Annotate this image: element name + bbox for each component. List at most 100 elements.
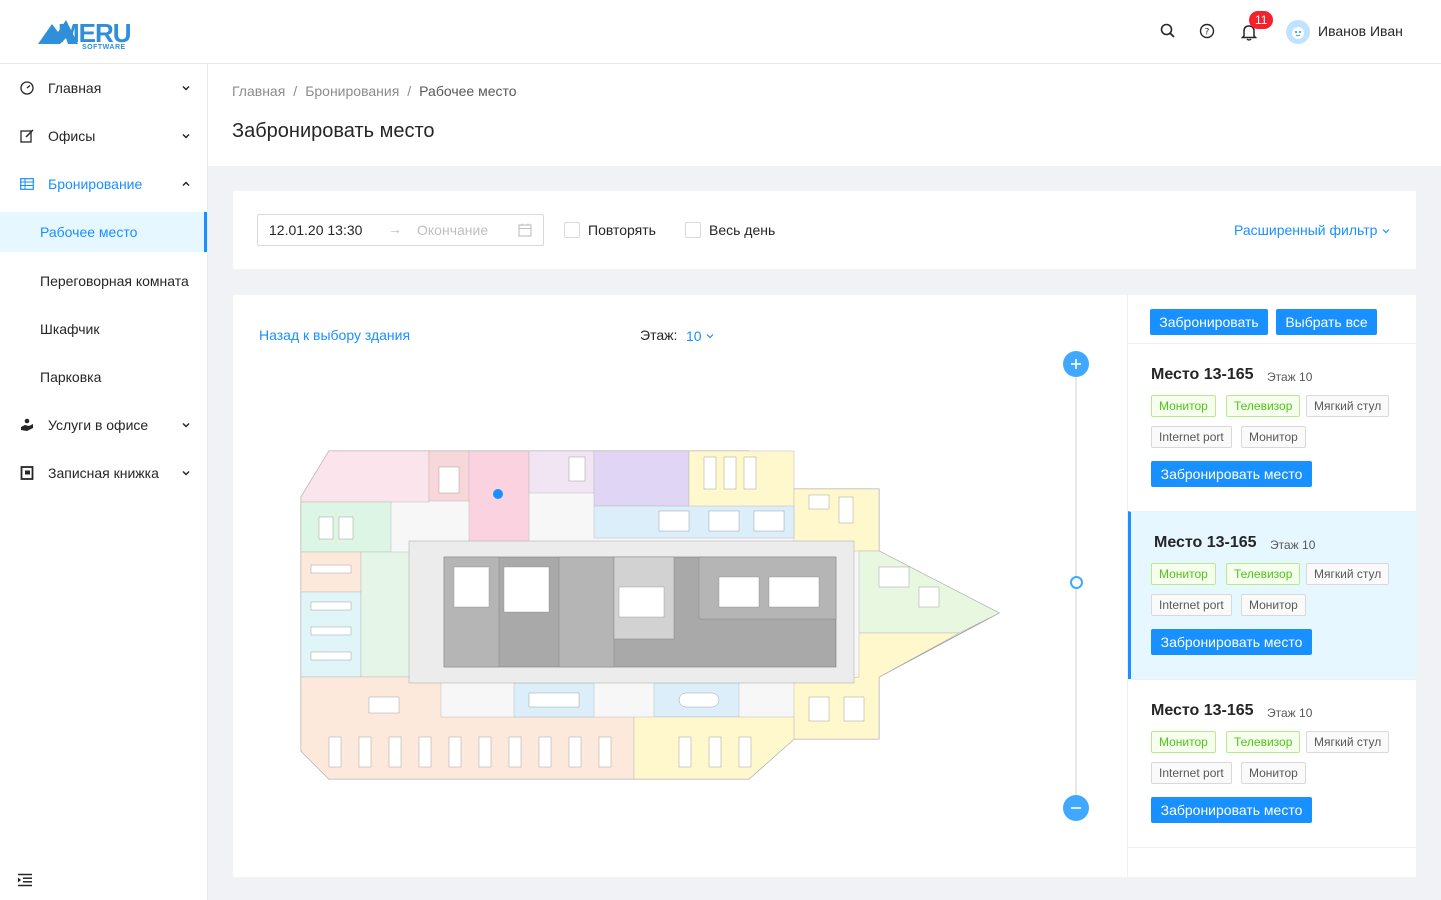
meru-logo[interactable]: MERU SOFTWARE xyxy=(38,16,132,52)
list-divider xyxy=(1128,847,1417,848)
sidebar-item-contacts[interactable]: Записная книжка xyxy=(0,453,207,493)
sidebar-item-offices[interactable]: Офисы xyxy=(0,116,207,156)
sidebar-item-booking[interactable]: Бронирование xyxy=(0,164,207,204)
card-title: Место 13-165 xyxy=(1154,534,1257,551)
logo-subtext: SOFTWARE xyxy=(82,44,126,51)
allday-label[interactable]: Весь день xyxy=(709,222,775,238)
sidebar-sub-locker[interactable]: Шкафчик xyxy=(0,309,207,349)
zoom-in-button[interactable] xyxy=(1063,351,1089,377)
tag-internet-port: Internet port xyxy=(1151,426,1232,448)
tag-tv: Телевизор xyxy=(1226,395,1301,417)
tag-monitor: Монитор xyxy=(1241,762,1306,784)
chevron-down-icon xyxy=(1383,229,1390,234)
tag-monitor: Монитор xyxy=(1151,731,1216,753)
user-avatar-icon xyxy=(1286,20,1310,44)
filter-panel: 12.01.20 13:30 → Окончание Повторять Вес… xyxy=(233,191,1416,269)
minus-icon xyxy=(1071,807,1081,809)
sidebar-item-label: Главная xyxy=(48,80,102,96)
tag-soft-chair: Мягкий стул xyxy=(1306,395,1390,417)
sidebar-sub-label: Переговорная комната xyxy=(40,273,189,289)
floor-select[interactable]: 10 xyxy=(686,328,715,344)
advanced-filter-label: Расширенный фильтр xyxy=(1234,222,1378,238)
tag-tv: Телевизор xyxy=(1226,731,1301,753)
chevron-down-icon xyxy=(182,133,190,139)
card-title: Место 13-165 xyxy=(1151,702,1254,719)
sidebar-sub-label: Парковка xyxy=(40,369,102,385)
tag-tv: Телевизор xyxy=(1226,563,1301,585)
date-range-picker[interactable]: 12.01.20 13:30 → Окончание xyxy=(257,214,544,246)
tag-monitor: Монитор xyxy=(1151,395,1216,417)
breadcrumb-bookings[interactable]: Бронирования xyxy=(305,83,399,99)
tag-monitor: Монитор xyxy=(1241,426,1306,448)
tag-monitor: Монитор xyxy=(1241,594,1306,616)
page-title: Забронировать место xyxy=(232,120,435,142)
book-button[interactable]: Забронировать xyxy=(1150,309,1268,335)
calendar-icon xyxy=(518,223,532,237)
chevron-down-icon xyxy=(182,422,190,428)
start-date-input[interactable]: 12.01.20 13:30 xyxy=(269,222,362,238)
map-panel: Назад к выбору здания Этаж: 10 xyxy=(233,295,1127,877)
back-to-building-link[interactable]: Назад к выбору здания xyxy=(259,327,410,343)
tag-internet-port: Internet port xyxy=(1151,762,1232,784)
floor-value: 10 xyxy=(686,328,702,344)
user-name[interactable]: Иванов Иван xyxy=(1318,23,1403,39)
card-floor: Этаж 10 xyxy=(1267,370,1313,384)
edit-icon xyxy=(20,129,34,143)
sidebar-sub-workplace[interactable]: Рабочее место xyxy=(0,212,207,252)
chevron-down-icon xyxy=(707,334,714,339)
sidebar-item-label: Услуги в офисе xyxy=(48,417,149,433)
breadcrumb-home[interactable]: Главная xyxy=(232,83,285,99)
repeat-label[interactable]: Повторять xyxy=(588,222,656,238)
sidebar-item-label: Записная книжка xyxy=(48,465,159,481)
chevron-down-icon xyxy=(182,470,190,476)
allday-checkbox[interactable] xyxy=(685,222,701,238)
chevron-down-icon xyxy=(182,85,190,91)
chevron-up-icon xyxy=(182,181,190,187)
zoom-out-button[interactable] xyxy=(1063,795,1089,821)
workplace-card[interactable]: Место 13-165 Этаж 10 Монитор Телевизор М… xyxy=(1128,343,1417,511)
sidebar-sub-meeting-room[interactable]: Переговорная комната xyxy=(0,261,207,301)
tag-monitor: Монитор xyxy=(1151,563,1216,585)
range-arrow-icon: → xyxy=(388,221,402,237)
avatar[interactable] xyxy=(1286,20,1310,44)
sidebar-sub-parking[interactable]: Парковка xyxy=(0,357,207,397)
plus-icon xyxy=(1071,359,1081,369)
contact-book-icon xyxy=(20,466,34,480)
sidebar-sub-label: Шкафчик xyxy=(40,321,100,337)
dashboard-icon xyxy=(20,81,34,95)
advanced-filter-link[interactable]: Расширенный фильтр xyxy=(1234,222,1391,238)
service-hand-icon xyxy=(21,418,33,431)
table-icon xyxy=(20,178,34,190)
card-title: Место 13-165 xyxy=(1151,366,1254,383)
sidebar-item-label: Бронирование xyxy=(48,176,143,192)
notification-badge: 11 xyxy=(1249,11,1274,29)
search-icon[interactable] xyxy=(1159,22,1177,40)
breadcrumb: Главная / Бронирования / Рабочее место xyxy=(232,83,517,99)
sidebar-item-home[interactable]: Главная xyxy=(0,68,207,108)
sidebar: Главная Офисы Бронирование Рабочее место… xyxy=(0,64,208,900)
breadcrumb-current: Рабочее место xyxy=(419,83,517,99)
sidebar-sub-label: Рабочее место xyxy=(40,224,138,240)
book-place-button[interactable]: Забронировать место xyxy=(1151,797,1312,823)
menu-fold-icon[interactable] xyxy=(17,873,33,887)
workplace-list-panel: Забронировать Выбрать все Место 13-165 Э… xyxy=(1127,295,1417,877)
workplace-card[interactable]: Место 13-165 Этаж 10 Монитор Телевизор М… xyxy=(1128,679,1417,847)
card-floor: Этаж 10 xyxy=(1267,706,1313,720)
help-icon[interactable]: ? xyxy=(1198,22,1216,40)
tag-soft-chair: Мягкий стул xyxy=(1306,563,1390,585)
select-all-button[interactable]: Выбрать все xyxy=(1276,309,1377,335)
floor-plan-map[interactable] xyxy=(299,447,1001,781)
sidebar-item-services[interactable]: Услуги в офисе xyxy=(0,405,207,445)
end-date-input[interactable]: Окончание xyxy=(417,222,488,238)
floor-label: Этаж: xyxy=(640,327,678,343)
repeat-checkbox[interactable] xyxy=(564,222,580,238)
svg-text:?: ? xyxy=(1205,28,1210,38)
book-place-button[interactable]: Забронировать место xyxy=(1151,461,1312,487)
workplace-card-selected[interactable]: Место 13-165 Этаж 10 Монитор Телевизор М… xyxy=(1128,511,1417,679)
tag-internet-port: Internet port xyxy=(1151,594,1232,616)
card-floor: Этаж 10 xyxy=(1270,538,1316,552)
zoom-slider-handle[interactable] xyxy=(1070,576,1083,589)
tag-soft-chair: Мягкий стул xyxy=(1306,731,1390,753)
top-header: MERU SOFTWARE ? 11 Иванов Иван xyxy=(0,0,1441,64)
book-place-button[interactable]: Забронировать место xyxy=(1151,629,1312,655)
